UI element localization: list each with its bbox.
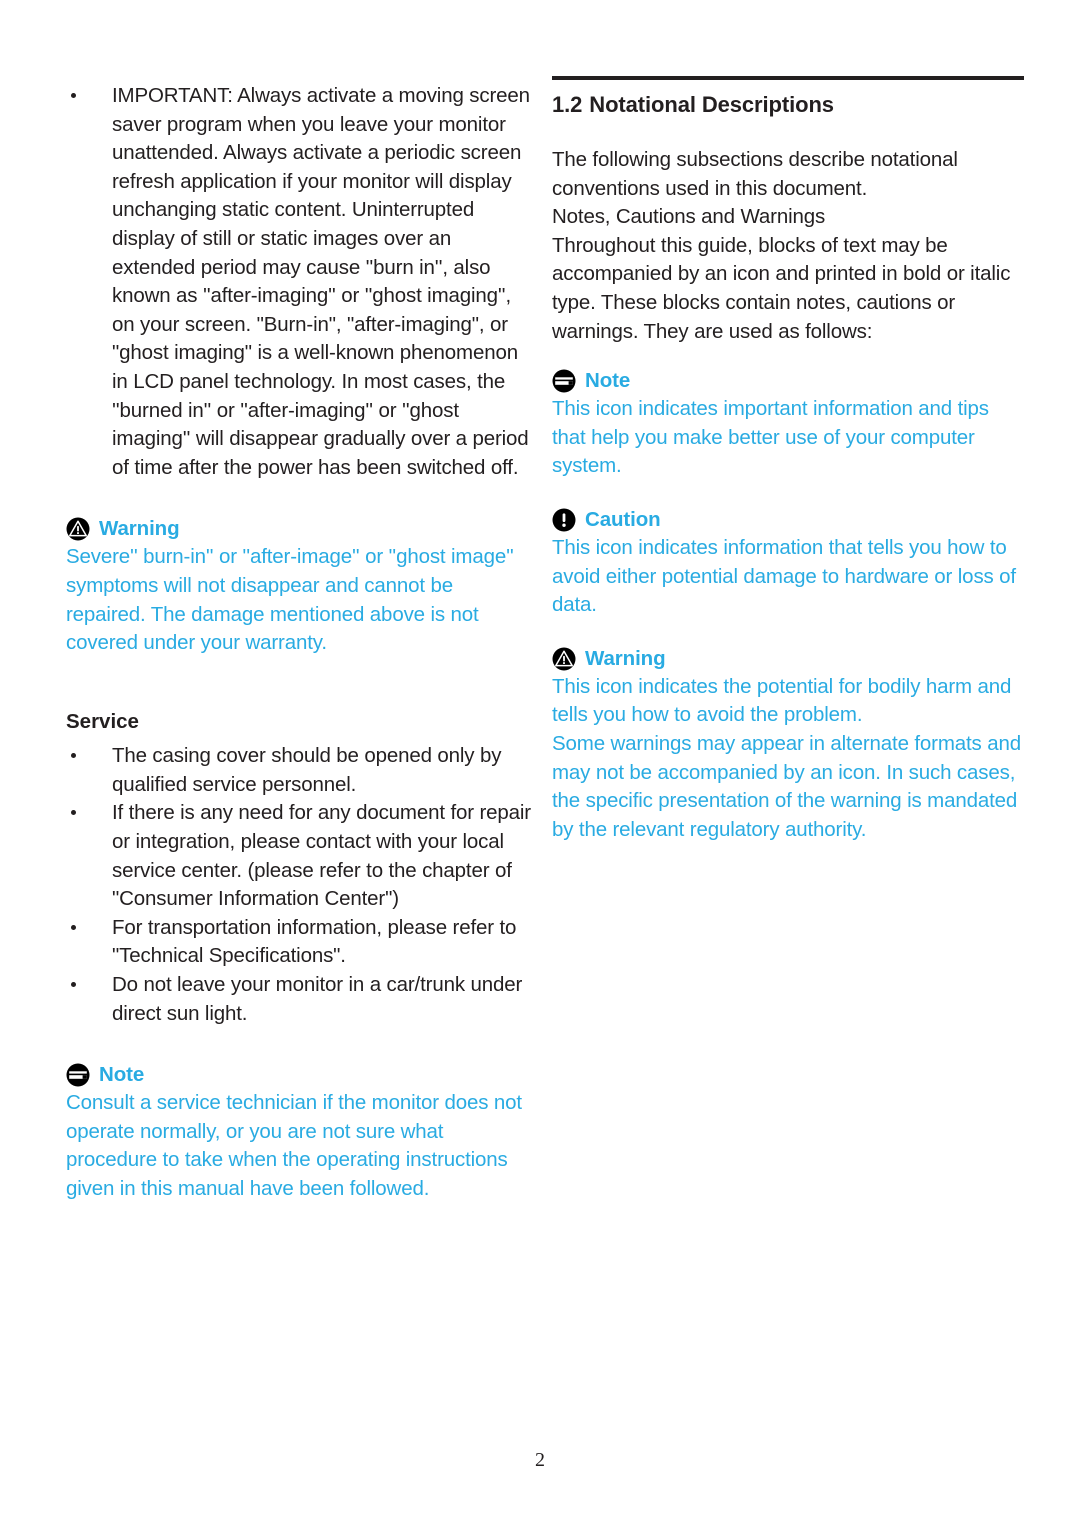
service-heading: Service	[66, 709, 139, 733]
right-column: 1.2 Notational Descriptions The following…	[552, 76, 1024, 844]
warning-triangle-circle-icon	[552, 647, 576, 671]
list-item: If there is any need for any document fo…	[66, 799, 538, 913]
intro-paragraph-2: Throughout this guide, blocks of text ma…	[552, 233, 1011, 343]
note-lines-circle-icon	[552, 369, 576, 393]
bullet-dot-icon	[71, 753, 76, 759]
bullet-dot-icon	[71, 93, 76, 98]
chapter-heading: 1.2 Notational Descriptions	[552, 90, 1024, 120]
chapter-title: Notational Descriptions	[589, 92, 834, 117]
caution-callout-header: Caution	[552, 507, 1024, 533]
subheading-notes-cautions-warnings: Notes, Cautions and Warnings	[552, 205, 826, 229]
caution-callout-body: This icon indicates information that tel…	[552, 535, 1016, 617]
chapter-number: 1.2	[552, 92, 583, 117]
service-bullet-text: If there is any need for any document fo…	[112, 801, 531, 911]
service-section: Service The casing cover should be opene…	[66, 708, 538, 1029]
list-item: The casing cover should be opened only b…	[66, 742, 538, 799]
list-item: IMPORTANT: Always activate a moving scre…	[66, 82, 538, 482]
caution-exclamation-circle-icon	[552, 508, 576, 532]
left-column: IMPORTANT: Always activate a moving scre…	[66, 82, 538, 1204]
warning-callout-body: This icon indicates the potential for bo…	[552, 674, 1012, 727]
intro-paragraph: The following subsections describe notat…	[552, 148, 958, 200]
list-item: For transportation information, please r…	[66, 914, 538, 971]
important-bullet-text: IMPORTANT: Always activate a moving scre…	[112, 84, 530, 479]
warning-callout-body: Severe'' burn-in'' or ''after-image'' or…	[66, 545, 514, 655]
note-callout: Note Consult a service technician if the…	[66, 1062, 538, 1203]
warning-callout: Warning Severe'' burn-in'' or ''after-im…	[66, 516, 538, 657]
caution-callout-title: Caution	[585, 507, 661, 531]
page-number: 2	[535, 1449, 545, 1471]
caution-callout: Caution This icon indicates information …	[552, 507, 1024, 620]
bullet-dot-icon	[71, 810, 76, 816]
warning-callout-header: Warning	[552, 646, 1024, 672]
service-bullet-list: The casing cover should be opened only b…	[66, 742, 538, 1028]
note-callout-header: Note	[66, 1062, 538, 1088]
list-item: Do not leave your monitor in a car/trunk…	[66, 971, 538, 1028]
note-callout-header: Note	[552, 368, 1024, 394]
note-callout-body: This icon indicates important informatio…	[552, 397, 989, 478]
document-page: IMPORTANT: Always activate a moving scre…	[0, 0, 1080, 1527]
service-bullet-text: Do not leave your monitor in a car/trunk…	[112, 973, 523, 1025]
bullet-dot-icon	[71, 924, 76, 930]
warning-triangle-circle-icon	[66, 517, 90, 541]
bullet-dot-icon	[71, 982, 76, 988]
service-bullet-text: For transportation information, please r…	[112, 915, 517, 968]
warning-callout-title: Warning	[585, 646, 666, 670]
note-callout-title: Note	[99, 1063, 145, 1087]
note-lines-circle-icon	[66, 1063, 90, 1087]
note-callout: Note This icon indicates important infor…	[552, 368, 1024, 481]
warning-callout-body-2: Some warnings may appear in alternate fo…	[552, 731, 1021, 841]
note-callout-body: Consult a service technician if the moni…	[66, 1091, 522, 1200]
note-callout-title: Note	[585, 369, 631, 393]
warning-callout: Warning This icon indicates the potentia…	[552, 646, 1024, 845]
service-bullet-text: The casing cover should be opened only b…	[112, 744, 502, 796]
warning-callout-header: Warning	[66, 516, 538, 542]
warning-callout-title: Warning	[99, 517, 180, 541]
important-bullet-list: IMPORTANT: Always activate a moving scre…	[66, 82, 538, 482]
